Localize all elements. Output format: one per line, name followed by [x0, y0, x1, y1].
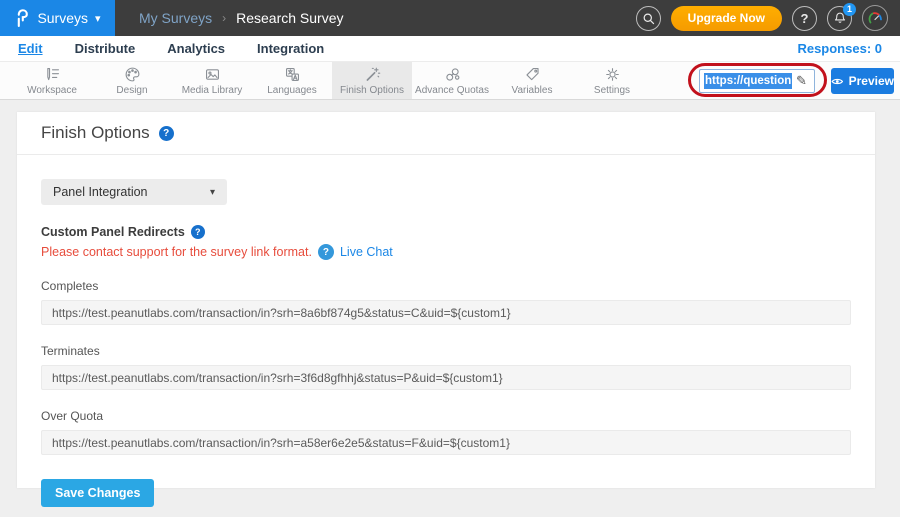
warning-text: Please contact support for the survey li… [41, 245, 312, 259]
chain-link-icon [444, 66, 461, 83]
nav-tab-analytics[interactable]: Analytics [167, 41, 225, 56]
redirects-help-icon[interactable]: ? [191, 225, 205, 239]
over-quota-label: Over Quota [41, 409, 851, 423]
survey-url-selected-text: https://questionpro.com/t/A [704, 73, 792, 89]
card-header: Finish Options ? [17, 112, 875, 155]
terminates-field-group: Terminates [41, 344, 851, 390]
upgrade-now-button[interactable]: Upgrade Now [671, 6, 782, 31]
main-content: Finish Options ? Panel Integration ▾ Cus… [0, 100, 900, 517]
preview-button[interactable]: Preview [831, 68, 894, 94]
toolbar-tab-languages[interactable]: Languages [252, 62, 332, 99]
panel-integration-dropdown[interactable]: Panel Integration ▾ [41, 179, 227, 205]
completes-label: Completes [41, 279, 851, 293]
list-pencil-icon [44, 66, 61, 83]
breadcrumb: My Surveys › Research Survey [139, 0, 344, 36]
search-icon [642, 12, 655, 25]
breadcrumb-separator: › [222, 11, 226, 25]
terminates-input[interactable] [41, 365, 851, 390]
question-icon: ? [801, 11, 809, 26]
live-chat-icon[interactable]: ? [318, 244, 334, 260]
palette-icon [124, 66, 141, 83]
nav-tab-edit[interactable]: Edit [18, 41, 43, 56]
nav-tab-integration[interactable]: Integration [257, 41, 324, 56]
card-body: Panel Integration ▾ Custom Panel Redirec… [17, 155, 875, 507]
questionpro-logo-icon [14, 7, 30, 29]
dropdown-selected-value: Panel Integration [53, 185, 148, 199]
topbar: Surveys ▾ My Surveys › Research Survey U… [0, 0, 900, 36]
eye-icon [831, 75, 844, 88]
image-icon [204, 66, 221, 83]
finish-options-help-icon[interactable]: ? [159, 126, 174, 141]
survey-url-input[interactable]: https://questionpro.com/t/A ✎ [699, 69, 815, 93]
over-quota-input[interactable] [41, 430, 851, 455]
translate-icon [284, 66, 301, 83]
survey-nav: Edit Distribute Analytics Integration Re… [0, 36, 900, 62]
breadcrumb-current-survey: Research Survey [236, 10, 343, 26]
surveys-product-menu[interactable]: Surveys ▾ [0, 0, 115, 36]
toolbar-tab-advance-quotas[interactable]: Advance Quotas [412, 62, 492, 99]
edit-url-pencil-icon[interactable]: ✎ [796, 73, 807, 89]
toolbar-tab-design[interactable]: Design [92, 62, 172, 99]
live-chat-link[interactable]: Live Chat [340, 245, 393, 259]
edit-toolbar: Workspace Design Media Library Languages [0, 62, 900, 100]
toolbar-tab-media-library[interactable]: Media Library [172, 62, 252, 99]
support-warning-line: Please contact support for the survey li… [41, 244, 851, 260]
responses-count[interactable]: Responses: 0 [797, 41, 882, 56]
gear-icon [604, 66, 621, 83]
magic-wand-icon [364, 66, 381, 83]
chevron-down-icon: ▾ [210, 187, 215, 198]
notifications-button[interactable]: 1 [827, 6, 852, 31]
notification-badge: 1 [843, 3, 856, 16]
search-button[interactable] [636, 6, 661, 31]
completes-field-group: Completes [41, 279, 851, 325]
save-changes-button[interactable]: Save Changes [41, 479, 154, 507]
topbar-actions: Upgrade Now ? 1 [636, 0, 900, 36]
nav-tab-distribute[interactable]: Distribute [75, 41, 136, 56]
toolbar-tab-settings[interactable]: Settings [572, 62, 652, 99]
finish-options-card: Finish Options ? Panel Integration ▾ Cus… [17, 112, 875, 488]
page-title: Finish Options [41, 123, 150, 143]
completes-input[interactable] [41, 300, 851, 325]
user-avatar[interactable] [862, 5, 888, 31]
custom-panel-redirects-heading: Custom Panel Redirects ? [41, 225, 851, 239]
product-name: Surveys [37, 10, 88, 26]
gauge-avatar-icon [866, 9, 884, 27]
toolbar-tab-variables[interactable]: Variables [492, 62, 572, 99]
help-button[interactable]: ? [792, 6, 817, 31]
breadcrumb-my-surveys[interactable]: My Surveys [139, 10, 212, 26]
tag-icon [524, 66, 541, 83]
terminates-label: Terminates [41, 344, 851, 358]
toolbar-tab-finish-options[interactable]: Finish Options [332, 62, 412, 99]
toolbar-tab-workspace[interactable]: Workspace [12, 62, 92, 99]
chevron-down-icon: ▾ [95, 12, 101, 25]
over-quota-field-group: Over Quota [41, 409, 851, 455]
